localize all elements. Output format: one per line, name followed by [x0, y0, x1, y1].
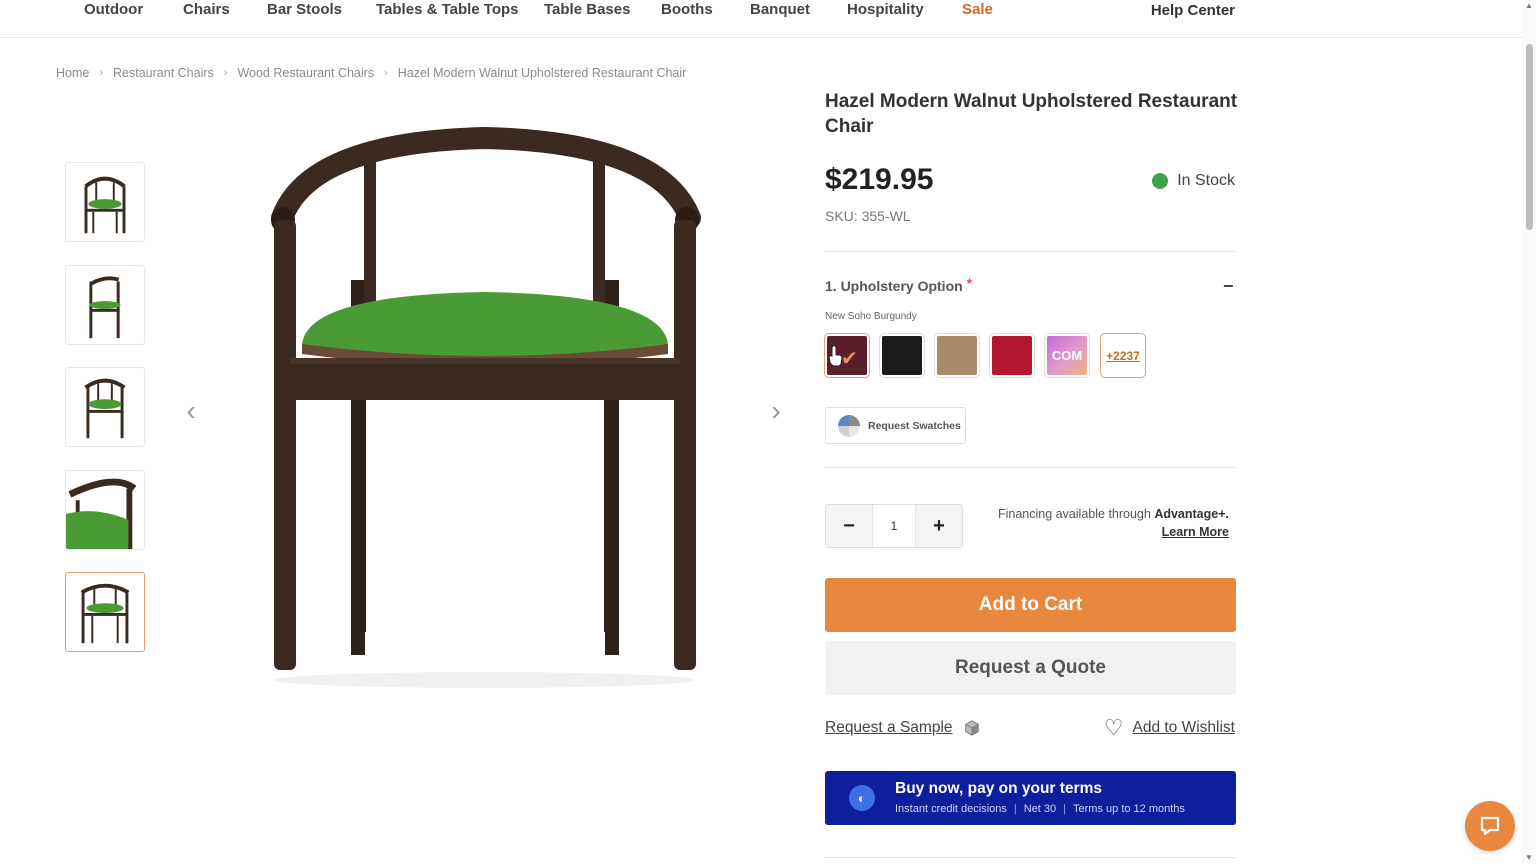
- swatch-black[interactable]: [880, 334, 924, 377]
- product-sku: SKU: 355-WL: [825, 208, 911, 224]
- divider: [825, 467, 1236, 468]
- promo-sub-terms: Terms up to 12 months: [1073, 803, 1185, 815]
- breadcrumb-chevron-icon: ›: [223, 67, 228, 79]
- chair-thumbnail-image: [84, 176, 126, 234]
- nav-item-hospitality[interactable]: Hospitality: [847, 1, 924, 18]
- swatch-tan[interactable]: [935, 334, 979, 377]
- option-label: 1. Upholstery Option: [825, 278, 963, 294]
- product-price: $219.95: [825, 163, 934, 196]
- chair-thumbnail-image: [84, 378, 126, 439]
- request-quote-button[interactable]: Request a Quote: [825, 641, 1236, 695]
- thumbnail-side[interactable]: [65, 265, 145, 345]
- quantity-input[interactable]: [872, 505, 916, 547]
- thumbnail-closeup[interactable]: [65, 470, 145, 550]
- request-sample-link[interactable]: Request a Sample: [825, 719, 981, 737]
- divider: [825, 251, 1236, 252]
- heart-icon: ♡: [1103, 715, 1124, 740]
- cube-icon: [964, 720, 979, 736]
- nav-item-sale[interactable]: Sale: [962, 1, 993, 18]
- add-to-cart-button[interactable]: Add to Cart: [825, 578, 1236, 632]
- promo-sub-credit: Instant credit decisions: [895, 803, 1007, 815]
- in-stock-dot-icon: [1152, 173, 1169, 189]
- chat-icon: [1480, 816, 1500, 836]
- chevron-left-icon[interactable]: ‹: [181, 395, 201, 427]
- financing-promo-banner[interactable]: ◐ Buy now, pay on your terms Instant cre…: [825, 771, 1236, 825]
- divider: [825, 857, 1236, 858]
- request-swatches-button[interactable]: Request Swatches: [825, 407, 966, 444]
- chevron-right-icon[interactable]: ›: [766, 395, 786, 427]
- upholstery-option-title[interactable]: 1. Upholstery Option *: [825, 275, 973, 294]
- breadcrumb-current-product: Hazel Modern Walnut Upholstered Restaura…: [397, 66, 687, 80]
- help-center-link[interactable]: Help Center: [1151, 2, 1235, 19]
- promo-sub-net30: Net 30: [1023, 803, 1057, 815]
- nav-item-bar-stools[interactable]: Bar Stools: [267, 1, 342, 18]
- promo-title: Buy now, pay on your terms: [895, 780, 1102, 797]
- quantity-increase-button[interactable]: +: [916, 505, 962, 547]
- nav-item-chairs[interactable]: Chairs: [183, 1, 230, 18]
- top-navigation: Outdoor Chairs Bar Stools Tables & Table…: [0, 0, 1522, 38]
- nav-item-table-bases[interactable]: Table Bases: [544, 1, 630, 18]
- product-title: Hazel Modern Walnut Upholstered Restaura…: [825, 91, 1238, 137]
- chair-thumbnail-image: [80, 583, 130, 644]
- swatch-fan-icon: [838, 414, 860, 437]
- main-product-image: [271, 126, 701, 688]
- financing-text: Financing available through: [997, 507, 1155, 521]
- learn-more-link[interactable]: Learn More: [1162, 525, 1229, 539]
- chair-thumbnail-image: [66, 478, 137, 549]
- page-scrollbar[interactable]: ▲ ▼: [1522, 0, 1536, 864]
- financing-logo-icon: ◐: [849, 785, 875, 811]
- thumbnail-front-angle[interactable]: [65, 162, 145, 242]
- collapse-minus-icon[interactable]: −: [1223, 276, 1234, 297]
- scrollbar-thumb[interactable]: [1526, 44, 1533, 230]
- selected-upholstery-name: New Soho Burgundy: [825, 311, 917, 322]
- add-to-wishlist-link[interactable]: ♡ Add to Wishlist: [1103, 715, 1235, 740]
- stock-status: In Stock: [1152, 172, 1235, 190]
- nav-item-booths[interactable]: Booths: [661, 1, 713, 18]
- thumbnail-front-selected[interactable]: [65, 572, 145, 652]
- breadcrumb-chevron-icon: ›: [99, 67, 104, 79]
- promo-subtitle: Instant credit decisions | Net 30 | Terms up…: [895, 803, 1185, 815]
- hand-cursor-icon: [828, 345, 843, 367]
- nav-item-outdoor[interactable]: Outdoor: [84, 1, 143, 18]
- chair-thumbnail-image: [89, 276, 121, 339]
- financing-info: Financing available through Advantage+. …: [998, 505, 1229, 541]
- scroll-up-arrow-icon[interactable]: ▲: [1525, 2, 1533, 10]
- breadcrumb-restaurant-chairs[interactable]: Restaurant Chairs: [113, 66, 214, 80]
- stock-label: In Stock: [1177, 172, 1235, 189]
- nav-item-tables[interactable]: Tables & Table Tops: [376, 1, 519, 18]
- financing-brand: Advantage+.: [1154, 507, 1229, 521]
- request-swatches-label: Request Swatches: [868, 419, 961, 432]
- breadcrumb-home[interactable]: Home: [56, 66, 89, 80]
- breadcrumb-chevron-icon: ›: [384, 67, 388, 79]
- swatch-more-options[interactable]: +2237: [1101, 334, 1145, 377]
- quantity-decrease-button[interactable]: −: [826, 505, 872, 547]
- breadcrumb: Home › Restaurant Chairs › Wood Restaura…: [56, 66, 686, 80]
- breadcrumb-wood-restaurant-chairs[interactable]: Wood Restaurant Chairs: [237, 66, 374, 80]
- swatch-red[interactable]: [990, 334, 1034, 377]
- nav-item-banquet[interactable]: Banquet: [750, 1, 810, 18]
- request-sample-label: Request a Sample: [825, 719, 953, 736]
- scroll-down-arrow-icon[interactable]: ▼: [1525, 854, 1533, 862]
- thumbnail-back[interactable]: [65, 367, 145, 447]
- chat-button[interactable]: [1465, 801, 1515, 851]
- wishlist-label: Add to Wishlist: [1132, 719, 1235, 736]
- quantity-stepper: − +: [825, 504, 963, 548]
- swatch-com[interactable]: COM: [1045, 334, 1089, 377]
- required-asterisk: *: [966, 275, 973, 291]
